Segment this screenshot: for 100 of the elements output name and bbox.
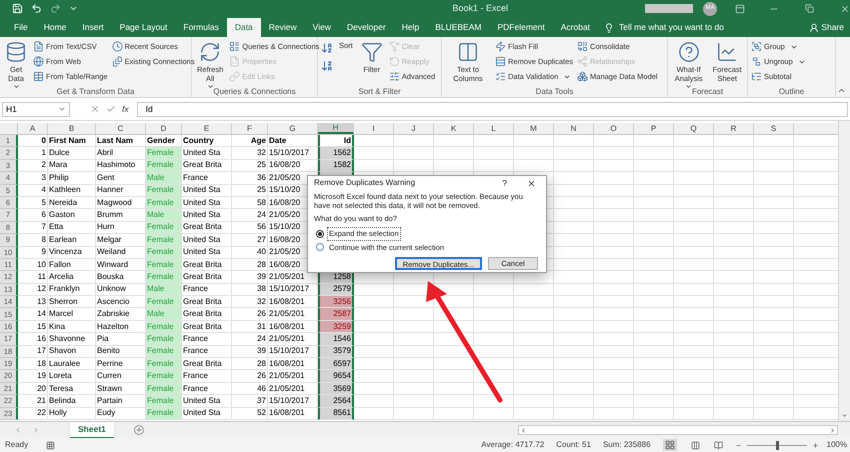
ribbon-tab[interactable]: Help: [394, 18, 428, 37]
collapse-ribbon-icon[interactable]: [837, 86, 846, 95]
ribbon-tab[interactable]: BLUEBEAM: [427, 18, 490, 37]
ribbon-tab[interactable]: File: [6, 18, 36, 37]
zoom-percent[interactable]: 100%: [826, 439, 847, 451]
column-header[interactable]: D: [146, 123, 182, 134]
column-header[interactable]: E: [182, 123, 232, 134]
column-header[interactable]: C: [96, 123, 146, 134]
ribbon-icon: [112, 41, 123, 52]
table-cell: 0: [18, 135, 48, 148]
ribbon-tab[interactable]: Developer: [338, 18, 394, 37]
ribbon-tab[interactable]: Formulas: [175, 18, 227, 37]
table-cell: Great Brita: [182, 358, 232, 370]
table-cell: [754, 209, 794, 222]
table-cell: [754, 222, 794, 234]
column-header[interactable]: M: [514, 123, 554, 134]
column-header[interactable]: R: [714, 123, 754, 134]
table-cell: [594, 296, 634, 308]
macro-record-icon[interactable]: [46, 440, 56, 450]
table-cell: [634, 308, 674, 321]
sort-descending-icon[interactable]: [321, 60, 333, 72]
customize-icon[interactable]: [69, 4, 78, 13]
table-cell: Female: [146, 147, 182, 160]
zoom-slider-thumb[interactable]: [776, 440, 779, 450]
zoom-in-icon[interactable]: [812, 442, 819, 448]
help-button[interactable]: ?: [502, 176, 507, 190]
ribbon-tab[interactable]: Insert: [74, 18, 112, 37]
table-cell: 4: [18, 184, 48, 197]
table-cell: Franklyn: [48, 284, 96, 296]
close-icon[interactable]: [527, 178, 536, 188]
table-cell: 58: [232, 196, 268, 210]
table-cell: [434, 370, 474, 383]
ribbon-tab[interactable]: Acrobat: [552, 18, 598, 37]
sum-label: Sum: 235886: [602, 439, 651, 451]
scroll-right-icon[interactable]: [829, 426, 836, 434]
ribbon-tab[interactable]: Data: [226, 18, 261, 37]
column-header[interactable]: J: [394, 123, 434, 134]
table-cell: France: [182, 370, 232, 383]
page-break-icon[interactable]: [714, 440, 723, 450]
table-cell: [514, 346, 554, 358]
column-header[interactable]: N: [554, 123, 594, 134]
group-label: Queries & Connections: [213, 87, 296, 96]
table-cell: [674, 234, 714, 247]
undo-icon[interactable]: [31, 3, 42, 14]
radio-button[interactable]: [316, 230, 324, 238]
table-cell: Great Brita: [182, 258, 232, 272]
table-cell: [474, 408, 514, 420]
column-header[interactable]: K: [434, 123, 474, 134]
table-cell: 28: [232, 358, 268, 370]
column-header[interactable]: P: [634, 123, 674, 134]
restore-icon[interactable]: [805, 4, 814, 13]
column-header[interactable]: A: [18, 123, 48, 134]
table-cell: [474, 308, 514, 321]
sheet-tab[interactable]: Sheet1: [70, 422, 114, 438]
table-cell: [594, 184, 634, 197]
table-cell: 12: [18, 284, 48, 296]
formula-field[interactable]: Id: [136, 102, 848, 116]
ribbon-icon: [229, 56, 240, 67]
ribbon-tab[interactable]: Review: [260, 18, 305, 37]
sort-ascending-icon[interactable]: [321, 42, 333, 54]
add-sheet-icon[interactable]: [134, 425, 144, 435]
page-layout-icon[interactable]: [690, 440, 700, 450]
table-cell: Female: [146, 395, 182, 408]
name-box[interactable]: H1: [2, 102, 70, 116]
save-icon[interactable]: [12, 3, 23, 14]
radio-button[interactable]: [316, 243, 324, 252]
ribbon-tab[interactable]: Page Layout: [112, 18, 176, 37]
table-cell: Etta: [48, 222, 96, 234]
column-header[interactable]: O: [594, 123, 634, 134]
share-button[interactable]: Share: [809, 18, 844, 37]
ribbon-tab[interactable]: Home: [36, 18, 74, 37]
ribbon-tab[interactable]: View: [304, 18, 339, 37]
column-header[interactable]: L: [474, 123, 514, 134]
table-cell: [474, 370, 514, 383]
ribbon-icon: [716, 41, 738, 63]
column-header[interactable]: Q: [674, 123, 714, 134]
enter-icon[interactable]: [106, 104, 116, 114]
scroll-left-icon[interactable]: [520, 426, 527, 434]
normal-view-icon[interactable]: [662, 439, 677, 451]
insert-function-button[interactable]: fx: [122, 102, 129, 116]
column-header[interactable]: S: [754, 123, 794, 134]
table-cell: [434, 408, 474, 420]
table-cell: [714, 308, 754, 321]
horizontal-scrollbar[interactable]: [518, 425, 838, 435]
table-cell: [474, 346, 514, 358]
ribbon-options-icon[interactable]: [735, 4, 745, 14]
column-header[interactable]: F: [232, 123, 268, 134]
column-header[interactable]: H: [318, 123, 354, 134]
table-cell: Date: [268, 135, 318, 148]
table-cell: [594, 209, 634, 222]
table-cell: [674, 209, 714, 222]
scroll-down-icon[interactable]: [841, 412, 848, 419]
cancel-icon[interactable]: [90, 104, 100, 114]
ribbon-tab[interactable]: PDFelement: [489, 18, 553, 37]
column-header[interactable]: I: [354, 123, 394, 134]
column-header[interactable]: B: [48, 123, 96, 134]
tell-me-field[interactable]: Tell me what you want to do: [619, 21, 724, 34]
vertical-scrollbar[interactable]: [838, 121, 850, 421]
table-cell: [714, 296, 754, 308]
table-cell: [474, 320, 514, 334]
